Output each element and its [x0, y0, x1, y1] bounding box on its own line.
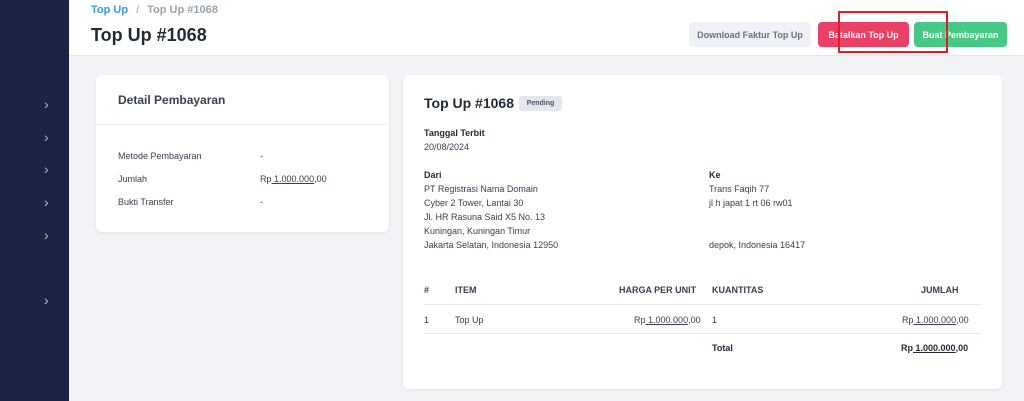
col-header-no: #: [424, 285, 430, 295]
chevron-right-icon[interactable]: ›: [44, 97, 54, 111]
issue-date-value: 20/08/2024: [424, 142, 470, 152]
chevron-right-icon[interactable]: ›: [44, 228, 54, 242]
table-divider: [424, 304, 981, 305]
from-line: Jl. HR Rasuna Said X5 No. 13: [424, 212, 546, 222]
table-divider: [424, 333, 981, 334]
download-invoice-button[interactable]: Download Faktur Top Up: [689, 22, 811, 47]
invoice-title: Top Up #1068: [424, 95, 514, 111]
highlight-box: [838, 11, 948, 53]
page-title: Top Up #1068: [91, 25, 207, 45]
amount-label: Jumlah: [118, 174, 148, 184]
transfer-proof-value: -: [260, 197, 263, 207]
status-badge: Pending: [519, 96, 562, 111]
to-line: Trans Faqih 77: [709, 184, 770, 194]
col-header-price: HARGA PER UNIT: [619, 285, 697, 295]
to-line: jl h japat 1 rt 06 rw01: [709, 198, 793, 208]
chevron-right-icon[interactable]: ›: [44, 162, 54, 176]
to-label: Ke: [709, 170, 721, 180]
transfer-proof-label: Bukti Transfer: [118, 197, 174, 207]
from-line: PT Registrasi Nama Domain: [424, 184, 538, 194]
col-header-item: ITEM: [455, 285, 477, 295]
amount-value: Rp 1.000.000,00: [260, 174, 327, 184]
col-header-qty: KUANTITAS: [712, 285, 764, 295]
row-no: 1: [424, 315, 430, 325]
from-line: Cyber 2 Tower, Lantai 30: [424, 198, 524, 208]
col-header-total: JUMLAH: [921, 285, 959, 295]
payment-method-value: -: [260, 151, 263, 161]
to-city: depok, Indonesia 16417: [709, 240, 806, 250]
from-line: Kuningan, Kuningan Timur: [424, 226, 531, 236]
breadcrumb-current: Top Up #1068: [147, 4, 218, 16]
payment-method-label: Metode Pembayaran: [118, 151, 202, 161]
breadcrumb-separator: /: [136, 4, 140, 16]
chevron-right-icon[interactable]: ›: [44, 195, 54, 209]
payment-detail-card: Detail Pembayaran Metode Pembayaran - Ju…: [96, 75, 389, 232]
total-label: Total: [712, 343, 733, 353]
row-price: Rp 1.000.000,00: [634, 315, 701, 325]
invoice-card: Top Up #1068 Pending Tanggal Terbit 20/0…: [403, 75, 1002, 389]
breadcrumb-link-topup[interactable]: Top Up: [91, 4, 128, 16]
sidebar: › › › › › ›: [0, 0, 69, 401]
row-qty: 1: [712, 315, 718, 325]
divider: [96, 124, 389, 125]
breadcrumb: Top Up / Top Up #1068: [91, 4, 218, 16]
chevron-right-icon[interactable]: ›: [44, 130, 54, 144]
from-line: Jakarta Selatan, Indonesia 12950: [424, 240, 559, 250]
row-total: Rp 1.000.000,00: [902, 315, 969, 325]
grand-total: Rp 1.000.000,00: [901, 343, 969, 353]
payment-detail-title: Detail Pembayaran: [118, 93, 226, 107]
chevron-right-icon[interactable]: ›: [44, 293, 54, 307]
from-label: Dari: [424, 170, 442, 180]
issue-date-label: Tanggal Terbit: [424, 128, 485, 138]
row-item: Top Up: [455, 315, 484, 325]
